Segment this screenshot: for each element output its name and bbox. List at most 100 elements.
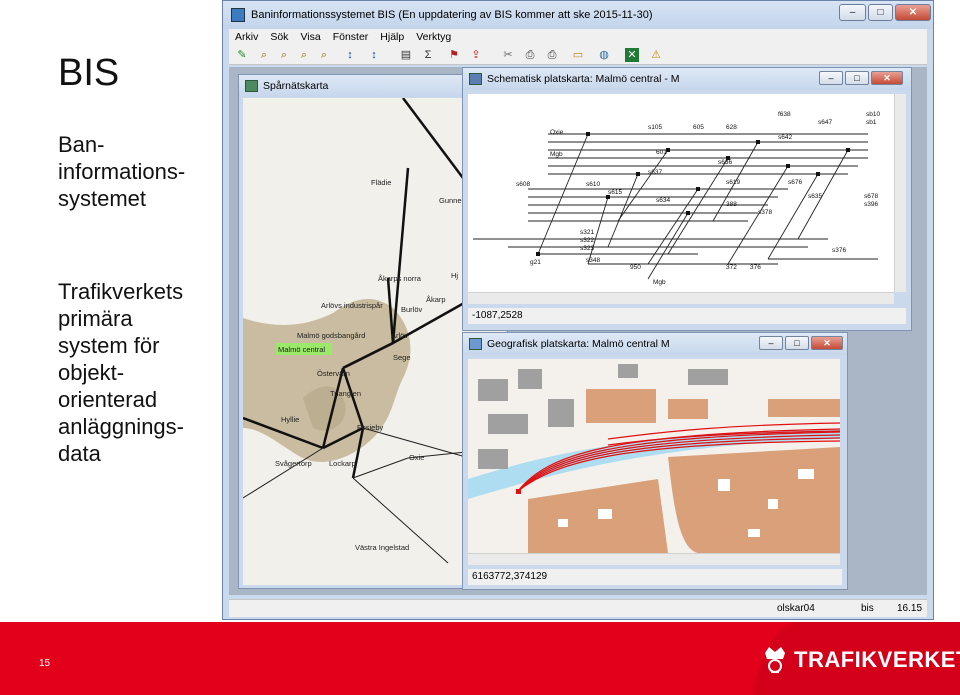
slide-title: BIS [58, 52, 120, 94]
app-title: Baninformationssystemet BIS (En uppdater… [251, 9, 653, 21]
menu-sok[interactable]: Sök [264, 29, 294, 45]
sch-label-s636: s636 [718, 159, 732, 166]
place-hyllie: Hyllie [281, 415, 299, 424]
close-button[interactable]: ✕ [895, 4, 931, 21]
zoom-in-icon[interactable]: ⌕ [277, 48, 291, 62]
menu-hjalp[interactable]: Hjälp [374, 29, 410, 45]
flag-icon[interactable]: ⚑ [447, 48, 461, 62]
bis-app-window: Baninformationssystemet BIS (En uppdater… [222, 0, 934, 620]
menu-visa[interactable]: Visa [294, 29, 326, 45]
maximize-button[interactable]: □ [868, 4, 893, 21]
sort-icon[interactable]: ↕ [343, 48, 357, 62]
pencil-icon[interactable]: ✎ [235, 48, 249, 62]
menu-bar: Arkiv Sök Visa Fönster Hjälp Verktyg [229, 29, 927, 45]
minimize-button[interactable]: – [839, 4, 866, 21]
place-akarp: Åkarp [426, 295, 446, 304]
schematic-window: Schematisk platskarta: Malmö central - M… [462, 67, 912, 331]
page-number: 15 [39, 658, 51, 669]
slide-bullet: Trafikverkets primära system för objekt-… [58, 279, 184, 466]
geo-city-map [468, 364, 840, 553]
slide-subtitle: Ban- informations- systemet [58, 132, 186, 211]
sch-label-s322: s322 [580, 237, 594, 244]
print-preview-icon[interactable]: ⎙ [545, 48, 559, 62]
sch-label-s619: s619 [726, 179, 740, 186]
menu-fonster[interactable]: Fönster [327, 29, 375, 45]
sch-label-s676: s676 [788, 179, 802, 186]
cut-icon[interactable]: ✂ [501, 48, 515, 62]
sch-label-605: 605 [693, 124, 704, 131]
sch-label-628: 628 [726, 124, 737, 131]
sch-label-s348: s348 [586, 257, 600, 264]
map-icon[interactable]: ▤ [399, 48, 413, 62]
place-hj: Hj [451, 271, 458, 280]
geo-map-canvas[interactable] [468, 359, 840, 553]
geo-window-icon [469, 338, 482, 350]
sch-label-s323: s323 [580, 245, 594, 252]
geo-window: Geografisk platskarta: Malmö central M –… [462, 332, 848, 590]
trafikverket-logo: TRAFIKVERKET [762, 640, 960, 680]
map-window-icon [245, 80, 258, 92]
schematic-maximize-button[interactable]: □ [845, 71, 869, 85]
schematic-vertical-scrollbar[interactable] [894, 94, 906, 292]
schematic-close-button[interactable]: ✕ [871, 71, 903, 85]
schematic-minimize-button[interactable]: – [819, 71, 843, 85]
place-ostervarn: Östervärn [317, 369, 350, 378]
logo-text: TRAFIKVERKET [794, 647, 960, 672]
sch-label-s634: s634 [656, 197, 670, 204]
geo-minimize-button[interactable]: – [759, 336, 783, 350]
crown-logo-icon [765, 647, 785, 673]
schematic-horizontal-scrollbar[interactable] [468, 292, 894, 304]
place-gunne: Gunne [439, 196, 462, 205]
place-oxie: Oxie [409, 453, 424, 462]
export-icon[interactable]: ⇪ [469, 48, 483, 62]
warning-icon[interactable]: ⚠ [649, 48, 663, 62]
sigma-icon[interactable]: Σ [421, 48, 435, 62]
globe-icon[interactable]: ◍ [597, 48, 611, 62]
sch-label-oxie: Oxie [550, 129, 564, 136]
sch-label-g21: g21 [530, 259, 541, 266]
schematic-coordinates: -1087,2528 [468, 308, 906, 324]
sch-label-s608: s608 [516, 181, 530, 188]
place-vastra-ingelstad: Västra Ingelstad [355, 543, 409, 552]
sort-alpha-icon[interactable]: ↕ [367, 48, 381, 62]
zoom-out-icon[interactable]: ⌕ [297, 48, 311, 62]
print-icon[interactable]: ⎙ [523, 48, 537, 62]
sch-label-s637: s637 [648, 169, 662, 176]
sch-label-376: 376 [750, 264, 761, 271]
place-trianglen: Trianglen [330, 389, 361, 398]
geo-horizontal-scrollbar[interactable] [468, 553, 840, 565]
place-akarps-norra: Åkarps norra [378, 274, 422, 283]
sch-label-f638: f638 [778, 111, 791, 118]
sch-label-s378: s378 [758, 209, 772, 216]
place-svagertorp: Svågertorp [275, 459, 312, 468]
schematic-title-bar: Schematisk platskarta: Malmö central - M… [463, 68, 911, 90]
sch-label-mgb-bottom: Mgb [653, 279, 666, 286]
folder-icon[interactable]: ▭ [571, 48, 585, 62]
sch-label-s610: s610 [586, 181, 600, 188]
status-bar: olskar04 bis 16.15 [229, 599, 927, 617]
place-arlov: Arlöv [391, 331, 408, 340]
sch-label-s642: s642 [778, 134, 792, 141]
sch-label-s615: s615 [608, 189, 622, 196]
excel-icon[interactable]: ✕ [625, 48, 639, 62]
app-icon [231, 8, 245, 22]
menu-verktyg[interactable]: Verktyg [410, 29, 457, 45]
spar-map-title: Spårnätskarta [263, 80, 329, 92]
geo-title: Geografisk platskarta: Malmö central M [487, 338, 670, 350]
menu-arkiv[interactable]: Arkiv [229, 29, 264, 45]
zoom-icon[interactable]: ⌕ [257, 48, 271, 62]
zoom-select-icon[interactable]: ⌕ [317, 48, 331, 62]
sch-label-388: 388 [726, 201, 737, 208]
status-user: olskar04 [777, 603, 815, 614]
sch-label-mgb: Mgb [550, 151, 563, 158]
presentation-slide: BIS Ban- informations- systemet Trafikve… [0, 0, 960, 695]
sch-label-s321: s321 [580, 229, 594, 236]
sch-label-601: 601 [656, 149, 667, 156]
place-sege: Sege [393, 353, 411, 362]
place-lockarp: Lockarp [329, 459, 356, 468]
schematic-track-diagram: s105 605 628 f638 sb10 sb1 s647 s642 601… [473, 111, 880, 286]
geo-maximize-button[interactable]: □ [785, 336, 809, 350]
schematic-canvas[interactable]: s105 605 628 f638 sb10 sb1 s647 s642 601… [468, 94, 896, 292]
geo-close-button[interactable]: ✕ [811, 336, 843, 350]
sch-label-s376: s376 [832, 247, 846, 254]
